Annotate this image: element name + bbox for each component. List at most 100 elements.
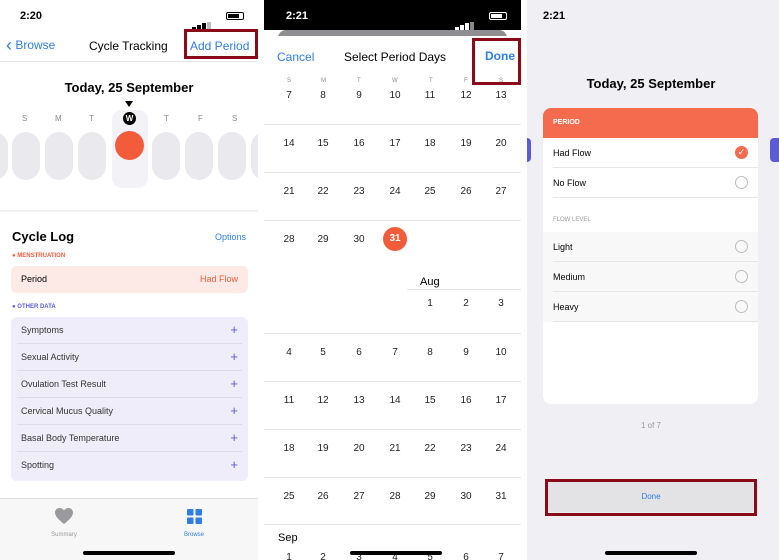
list-item[interactable]: Ovulation Test Result +	[17, 371, 242, 398]
list-item[interactable]: Basal Body Temperature +	[17, 425, 242, 452]
empty-circle-icon[interactable]	[735, 300, 748, 313]
calendar-day[interactable]: 9	[347, 90, 371, 101]
calendar-day[interactable]: 30	[347, 234, 371, 245]
calendar-day[interactable]: 21	[383, 443, 407, 454]
calendar-day[interactable]: 11	[418, 90, 442, 101]
day-pill[interactable]	[185, 132, 213, 180]
calendar-day[interactable]: 7	[277, 90, 301, 101]
calendar-day[interactable]: 27	[347, 491, 371, 502]
list-item[interactable]: Spotting +	[17, 452, 242, 479]
calendar-day[interactable]: 27	[489, 186, 513, 197]
calendar-day[interactable]: 18	[277, 443, 301, 454]
calendar-day[interactable]: 17	[489, 395, 513, 406]
calendar-day[interactable]: 25	[277, 491, 301, 502]
calendar-day[interactable]: 4	[277, 347, 301, 358]
list-item[interactable]: Sexual Activity +	[17, 344, 242, 371]
calendar-day[interactable]: 16	[347, 138, 371, 149]
flow-level-label: FLOW LEVEL	[553, 217, 591, 223]
calendar-day[interactable]: 10	[383, 90, 407, 101]
day-pill[interactable]	[251, 132, 258, 180]
calendar-day[interactable]: 5	[311, 347, 335, 358]
tab-summary[interactable]: Summary	[44, 507, 84, 538]
calendar-day[interactable]: 12	[311, 395, 335, 406]
calendar-day[interactable]: 1	[418, 298, 442, 309]
day-pill[interactable]	[0, 132, 8, 180]
calendar-day[interactable]: 3	[489, 298, 513, 309]
plus-icon[interactable]: +	[230, 322, 238, 337]
calendar-day[interactable]: 23	[347, 186, 371, 197]
option-row[interactable]: Had Flow ✓	[553, 138, 758, 168]
calendar-day[interactable]: 12	[454, 90, 478, 101]
calendar-day[interactable]: 24	[383, 186, 407, 197]
calendar-day[interactable]: 28	[277, 234, 301, 245]
day-pill[interactable]	[12, 132, 40, 180]
calendar-day[interactable]: 6	[454, 552, 478, 560]
calendar-day-selected[interactable]: 31	[383, 227, 407, 251]
day-pill[interactable]	[45, 132, 73, 180]
back-button[interactable]: ‹ Browse	[6, 36, 55, 54]
calendar-day[interactable]: 22	[311, 186, 335, 197]
calendar-day[interactable]: 31	[489, 491, 513, 502]
calendar-day[interactable]: 6	[347, 347, 371, 358]
calendar-day[interactable]: 10	[489, 347, 513, 358]
day-pill[interactable]	[78, 132, 106, 180]
option-row[interactable]: Light	[553, 232, 758, 262]
calendar-day[interactable]: 25	[418, 186, 442, 197]
calendar-day[interactable]: 8	[311, 90, 335, 101]
calendar-day[interactable]: 20	[347, 443, 371, 454]
calendar-day[interactable]: 19	[311, 443, 335, 454]
calendar-day[interactable]: 1	[277, 552, 301, 560]
weekday-label: M	[55, 114, 62, 123]
empty-circle-icon[interactable]	[735, 176, 748, 189]
plus-icon[interactable]: +	[230, 376, 238, 391]
month-divider	[407, 289, 521, 290]
option-row[interactable]: Medium	[553, 262, 758, 292]
empty-circle-icon[interactable]	[735, 270, 748, 283]
calendar-day[interactable]: 23	[454, 443, 478, 454]
calendar-day[interactable]: 21	[277, 186, 301, 197]
period-day-dot[interactable]	[115, 131, 144, 160]
list-item[interactable]: Symptoms +	[17, 317, 242, 344]
tab-browse[interactable]: Browse	[174, 509, 214, 538]
calendar-day[interactable]: 20	[489, 138, 513, 149]
option-row[interactable]: No Flow	[553, 168, 758, 198]
option-row[interactable]: Heavy	[553, 292, 758, 322]
calendar-day[interactable]: 28	[383, 491, 407, 502]
calendar-day[interactable]: 16	[454, 395, 478, 406]
day-pill[interactable]	[152, 132, 180, 180]
plus-icon[interactable]: +	[230, 430, 238, 445]
calendar-day[interactable]: 14	[383, 395, 407, 406]
calendar-day[interactable]: 24	[489, 443, 513, 454]
weekday-label: F	[198, 114, 203, 123]
calendar-day[interactable]: 17	[383, 138, 407, 149]
calendar-day[interactable]: 22	[418, 443, 442, 454]
calendar-day[interactable]: 11	[277, 395, 301, 406]
checkmark-circle-icon[interactable]: ✓	[735, 146, 748, 159]
calendar-day[interactable]: 15	[418, 395, 442, 406]
calendar-day[interactable]: 8	[418, 347, 442, 358]
calendar-day[interactable]: 15	[311, 138, 335, 149]
calendar-day[interactable]: 7	[383, 347, 407, 358]
calendar-day[interactable]: 29	[311, 234, 335, 245]
plus-icon[interactable]: +	[230, 403, 238, 418]
calendar-day[interactable]: 13	[347, 395, 371, 406]
calendar-day[interactable]: 30	[454, 491, 478, 502]
period-row[interactable]: Period Had Flow	[11, 266, 248, 293]
calendar-day[interactable]: 14	[277, 138, 301, 149]
calendar-day[interactable]: 13	[489, 90, 513, 101]
calendar-day[interactable]: 9	[454, 347, 478, 358]
calendar-day[interactable]: 19	[454, 138, 478, 149]
plus-icon[interactable]: +	[230, 457, 238, 472]
calendar-day[interactable]: 7	[489, 552, 513, 560]
calendar-day[interactable]: 2	[454, 298, 478, 309]
calendar-day[interactable]: 26	[311, 491, 335, 502]
calendar-day[interactable]: 26	[454, 186, 478, 197]
calendar-day[interactable]: 18	[418, 138, 442, 149]
calendar-day[interactable]: 2	[311, 552, 335, 560]
plus-icon[interactable]: +	[230, 349, 238, 364]
empty-circle-icon[interactable]	[735, 240, 748, 253]
calendar-day[interactable]: 29	[418, 491, 442, 502]
list-item[interactable]: Cervical Mucus Quality +	[17, 398, 242, 425]
day-pill[interactable]	[218, 132, 246, 180]
options-link[interactable]: Options	[215, 232, 246, 242]
